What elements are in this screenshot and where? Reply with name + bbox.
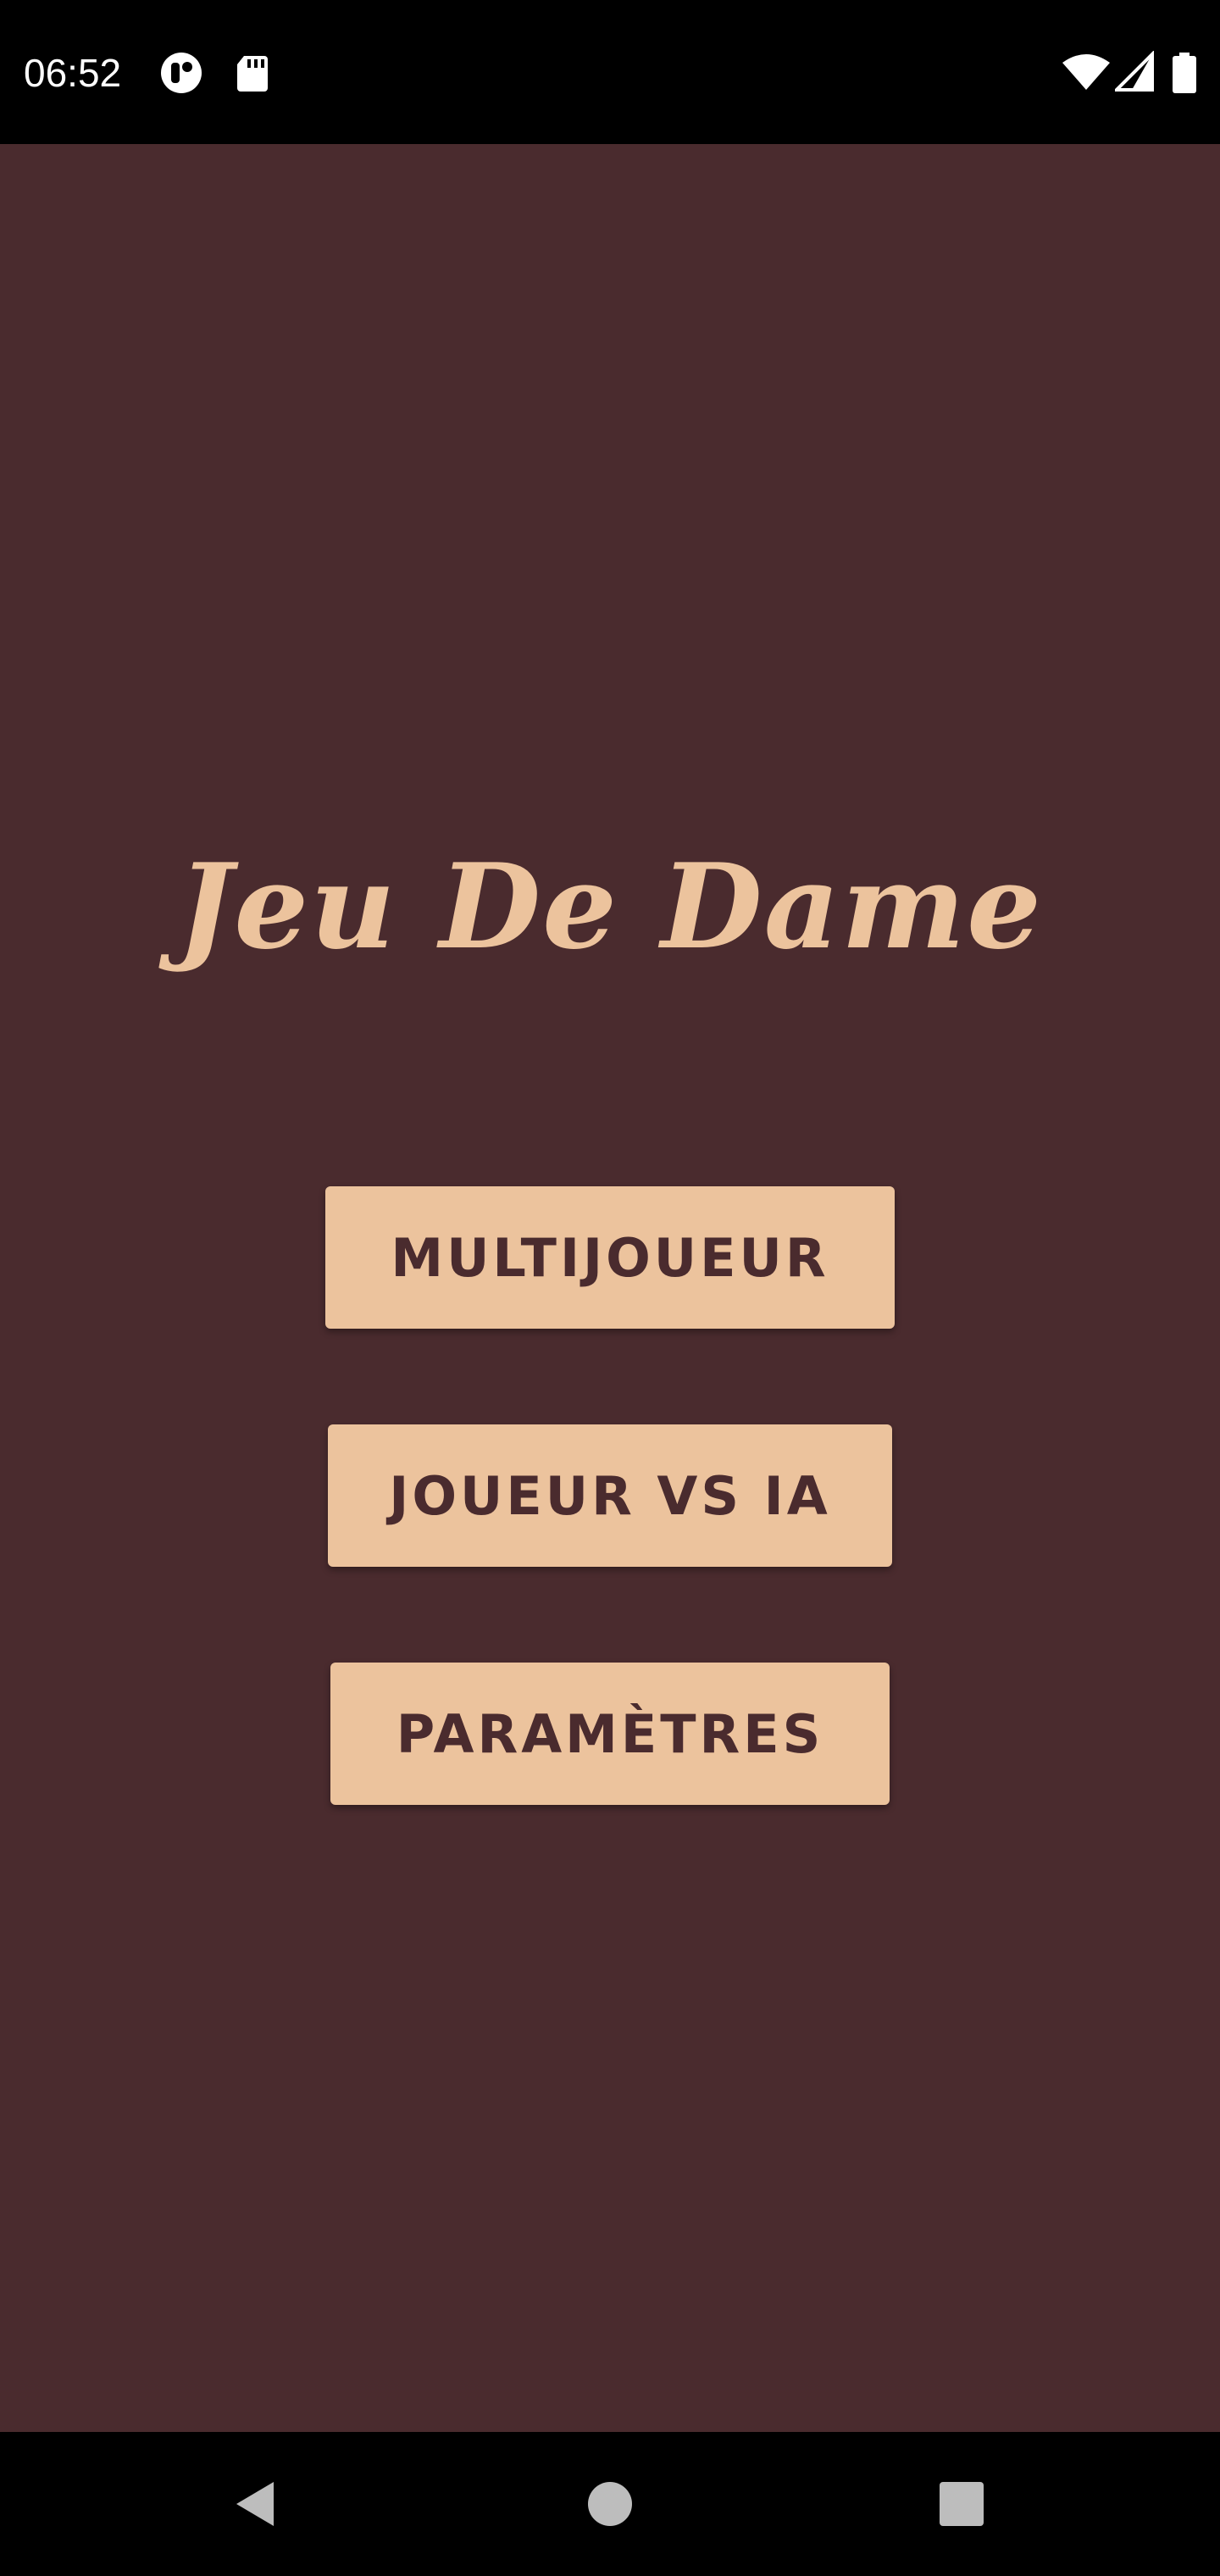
settings-button[interactable]: PARAMÈTRES [330, 1663, 890, 1805]
recents-icon[interactable] [923, 2466, 1000, 2542]
player-vs-ai-button[interactable]: JOUEUR VS IA [328, 1424, 892, 1567]
notification-app-icon [159, 51, 203, 95]
cell-signal-icon [1112, 50, 1159, 95]
navigation-bar [0, 2432, 1220, 2576]
multiplayer-button-label: MULTIJOUEUR [391, 1226, 829, 1289]
home-icon[interactable] [572, 2466, 648, 2542]
back-icon[interactable] [217, 2466, 293, 2542]
player-vs-ai-button-label: JOUEUR VS IA [389, 1464, 831, 1527]
multiplayer-button[interactable]: MULTIJOUEUR [325, 1186, 895, 1329]
app-title: Jeu De Dame [177, 837, 1043, 975]
status-time: 06:52 [24, 51, 122, 95]
battery-icon [1169, 51, 1200, 95]
wifi-icon [1061, 51, 1112, 95]
sd-card-icon [230, 51, 274, 95]
app-content: Jeu De Dame MULTIJOUEUR JOUEUR VS IA PAR… [0, 144, 1220, 2432]
status-bar: 06:52 [0, 0, 1220, 144]
settings-button-label: PARAMÈTRES [396, 1702, 824, 1765]
